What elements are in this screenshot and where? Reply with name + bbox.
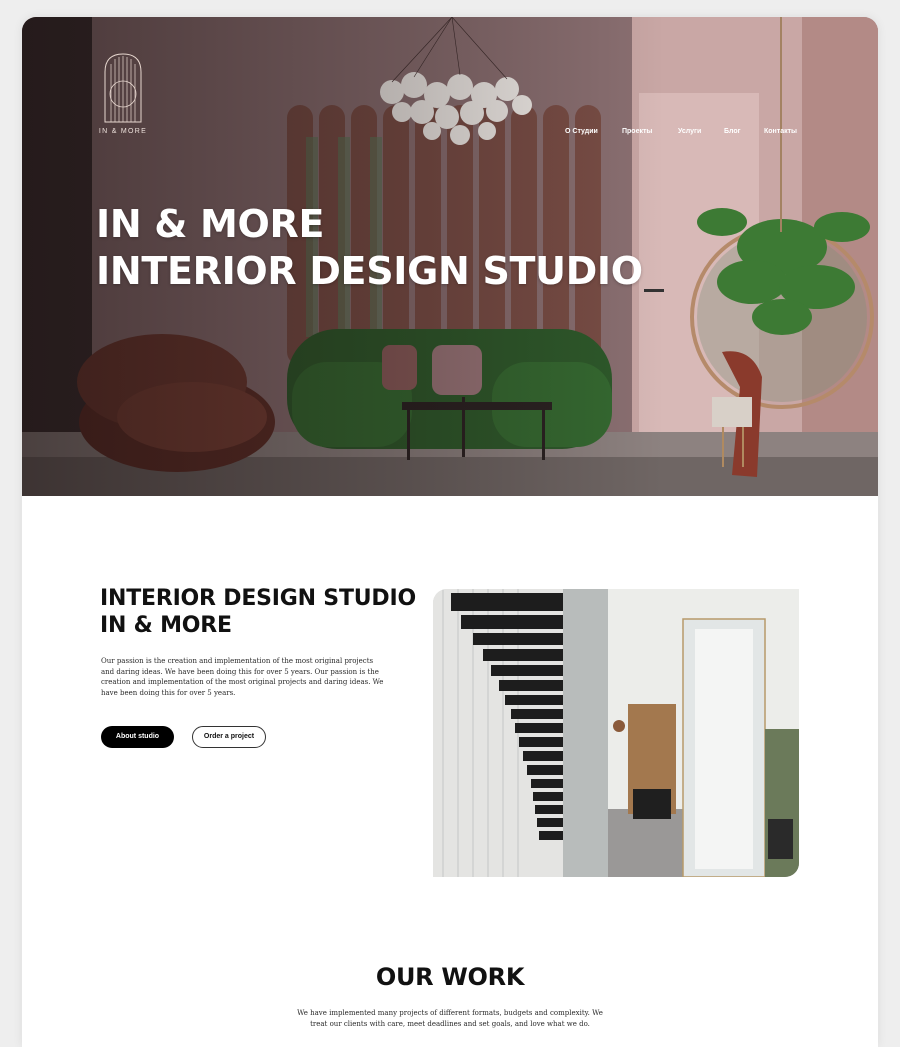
work-title: OUR WORK xyxy=(375,963,525,991)
hero-title-line-1: IN & MORE xyxy=(96,202,325,246)
about-studio-button[interactable]: About studio xyxy=(101,726,174,748)
main-nav: О Студии Проекты Услуги Блог Контакты xyxy=(22,128,878,140)
order-project-button[interactable]: Order a project xyxy=(192,726,266,748)
about-title-line-2: IN & MORE xyxy=(100,613,232,638)
hero-title-line-2: INTERIOR DESIGN STUDIO xyxy=(96,249,643,293)
about-description: Our passion is the creation and implemen… xyxy=(101,657,384,697)
nav-item-blog[interactable]: Блог xyxy=(724,128,741,135)
staircase-image xyxy=(433,589,799,877)
page: IN & MORE О Студии Проекты Услуги Блог К… xyxy=(22,17,878,1047)
hero-section: IN & MORE О Студии Проекты Услуги Блог К… xyxy=(22,17,878,496)
about-title-line-1: INTERIOR DESIGN STUDIO xyxy=(100,586,416,611)
about-interior-image xyxy=(433,589,799,877)
nav-item-projects[interactable]: Проекты xyxy=(622,128,652,135)
nav-item-about[interactable]: О Студии xyxy=(565,128,598,135)
nav-item-contacts[interactable]: Контакты xyxy=(764,128,797,135)
about-title: INTERIOR DESIGN STUDIO IN & MORE xyxy=(100,585,416,639)
logo-arch-icon xyxy=(104,53,142,123)
hero-title: IN & MORE INTERIOR DESIGN STUDIO xyxy=(96,201,643,295)
nav-item-services[interactable]: Услуги xyxy=(678,128,701,135)
work-description: We have implemented many projects of dif… xyxy=(297,1009,603,1028)
